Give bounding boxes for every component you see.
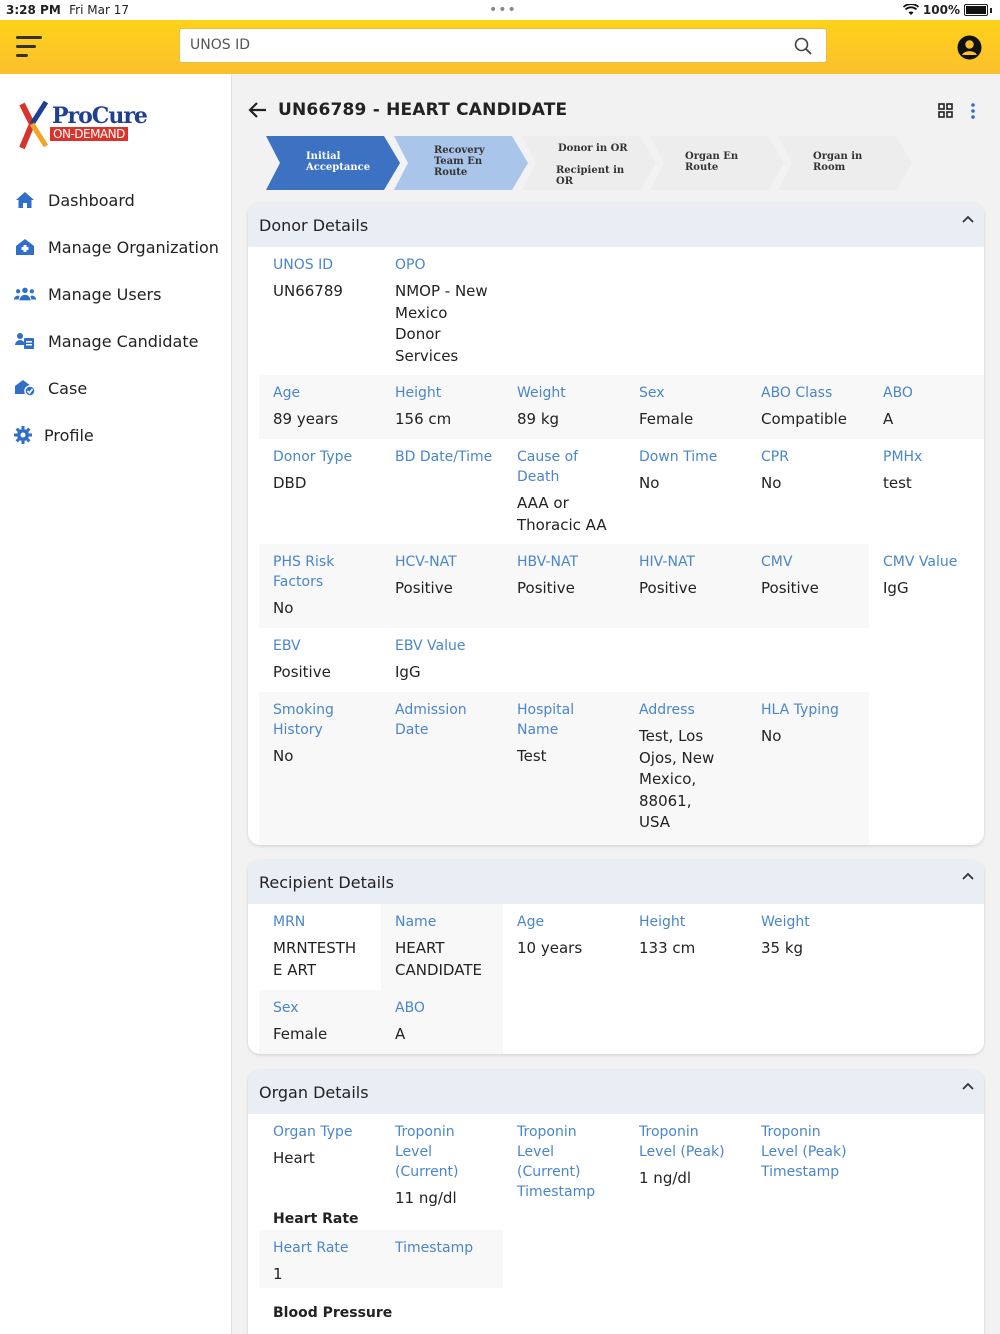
field-unos-id: UNOS ID UN66789 <box>273 257 343 300</box>
field-name: Name HEART CANDIDATE <box>381 904 503 990</box>
field-donor-type: Donor Type DBD <box>273 449 353 492</box>
sidebar-item-case[interactable]: Case <box>14 377 87 399</box>
recipient-details-header[interactable]: Recipient Details <box>248 860 984 904</box>
search-icon[interactable] <box>794 37 812 55</box>
multitask-dots-icon[interactable]: ••• <box>489 2 517 18</box>
status-bar: 3:28 PM Fri Mar 17 ••• 100% <box>0 0 1000 20</box>
field-opo: OPO NMOP - New Mexico Donor Services <box>395 257 488 365</box>
donor-details-card: Donor Details UNOS ID UN66789 OPO NMOP - N… <box>248 203 984 845</box>
recipient-details-card: Recipient Details MRN MRNTESTHE ART Name H… <box>248 860 984 1054</box>
grid-view-icon[interactable] <box>938 103 953 118</box>
field-hla-typing: HLA Typing No <box>747 692 869 845</box>
sidebar: ProCure ON-DEMAND Dashboard Manage Organ… <box>0 74 232 1334</box>
field-phs-risk-factors: PHS Risk Factors No <box>259 544 381 628</box>
field-heart-rate-timestamp: Timestamp <box>381 1230 503 1288</box>
section-title: Recipient Details <box>259 873 394 892</box>
field-down-time: Down Time No <box>639 449 718 492</box>
logo-subtitle: ON-DEMAND <box>50 127 128 141</box>
field-smoking-history: Smoking History No <box>259 692 381 845</box>
section-title: Donor Details <box>259 216 369 235</box>
page-title-row: UN66789 - HEART CANDIDATE <box>248 98 988 126</box>
candidate-icon <box>14 330 36 352</box>
back-arrow-icon[interactable] <box>248 100 268 120</box>
chevron-up-icon[interactable] <box>962 215 974 223</box>
step-recovery-team-en-route[interactable]: Recovery Team En Route <box>394 136 528 190</box>
case-progress-stepper: Initial Acceptance Recovery Team En Route D… <box>248 136 984 190</box>
field-bd-date-time: BD Date/Time <box>395 449 493 465</box>
app-header <box>0 20 1000 74</box>
field-organ-type: Organ Type Heart <box>273 1124 353 1167</box>
chevron-up-icon[interactable] <box>962 872 974 880</box>
donor-details-header[interactable]: Donor Details <box>248 203 984 247</box>
blood-pressure-section-title: Blood Pressure <box>273 1305 393 1321</box>
field-height: Height 156 cm <box>381 375 503 439</box>
field-hcv-nat: HCV-NAT Positive <box>381 544 503 628</box>
logo-title: ProCure <box>52 103 148 129</box>
field-hbv-nat: HBV-NAT Positive <box>503 544 625 628</box>
field-abo-class: ABO Class Compatible <box>747 375 869 439</box>
status-right: 100% <box>902 3 992 17</box>
field-troponin-peak: Troponin Level (Peak) 1 ng/dl <box>639 1124 725 1187</box>
field-pmhx: PMHx test <box>883 449 923 492</box>
field-address: Address Test, Los Ojos, New Mexico, 88061… <box>625 692 747 845</box>
heart-rate-section-title: Heart Rate <box>273 1211 359 1227</box>
step-organ-en-route[interactable]: Organ En Route <box>650 136 784 190</box>
procure-logo[interactable]: ProCure ON-DEMAND <box>18 100 148 152</box>
field-ebv-value: EBV Value IgG <box>395 638 466 681</box>
menu-icon[interactable] <box>16 34 44 60</box>
battery-percent: 100% <box>922 3 960 17</box>
field-hospital-name: Hospital Name Test <box>503 692 625 845</box>
step-initial-acceptance[interactable]: Initial Acceptance <box>266 136 400 190</box>
field-cause-of-death: Cause of Death AAA or Thoracic AA <box>517 449 607 534</box>
field-mrn: MRN MRNTESTHE ART <box>273 914 357 979</box>
user-account-icon[interactable] <box>957 35 982 60</box>
section-title: Organ Details <box>259 1083 369 1102</box>
field-ebv: EBV Positive <box>273 638 331 681</box>
sidebar-item-profile[interactable]: Profile <box>14 424 94 446</box>
field-troponin-peak-timestamp: Troponin Level (Peak) Timestamp <box>761 1124 847 1180</box>
field-cmv: CMV Positive <box>747 544 869 628</box>
organ-details-header[interactable]: Organ Details <box>248 1070 984 1114</box>
home-icon <box>14 189 36 211</box>
status-time: 3:28 PM Fri Mar 17 <box>6 3 129 17</box>
gear-icon <box>14 424 32 446</box>
organization-icon <box>14 236 36 258</box>
case-icon <box>14 377 36 399</box>
organ-details-card: Organ Details Organ Type Heart Troponin L… <box>248 1070 984 1334</box>
field-sex: Sex Female <box>625 375 747 439</box>
field-cpr: CPR No <box>761 449 789 492</box>
field-age: Age 10 years <box>517 914 583 957</box>
field-weight: Weight 35 kg <box>761 914 810 957</box>
battery-icon <box>964 4 988 16</box>
step-donor-in-or[interactable]: Donor in OR Recipient in OR <box>522 136 656 190</box>
page-title: UN66789 - HEART CANDIDATE <box>278 100 568 120</box>
field-admission-date: Admission Date <box>381 692 503 845</box>
sidebar-item-manage-organization[interactable]: Manage Organization <box>14 236 219 258</box>
chevron-up-icon[interactable] <box>962 1082 974 1090</box>
field-sex: Sex Female <box>259 990 381 1054</box>
sidebar-item-manage-candidate[interactable]: Manage Candidate <box>14 330 198 352</box>
field-height: Height 133 cm <box>639 914 696 957</box>
field-hiv-nat: HIV-NAT Positive <box>625 544 747 628</box>
sidebar-item-dashboard[interactable]: Dashboard <box>14 189 135 211</box>
field-troponin-current-timestamp: Troponin Level (Current) Timestamp <box>517 1124 596 1200</box>
more-options-icon[interactable] <box>970 102 976 120</box>
search-box[interactable] <box>179 28 827 63</box>
sidebar-item-manage-users[interactable]: Manage Users <box>14 283 161 305</box>
wifi-icon <box>902 4 919 15</box>
logo-mark-icon <box>19 100 49 150</box>
field-troponin-current: Troponin Level (Current) 11 ng/dl <box>395 1124 459 1207</box>
search-input[interactable] <box>188 36 782 54</box>
field-weight: Weight 89 kg <box>503 375 625 439</box>
field-abo: ABO A <box>869 375 984 439</box>
main-content: UN66789 - HEART CANDIDATE Initial Accepta… <box>232 74 1000 1334</box>
field-cmv-value: CMV Value IgG <box>883 554 958 597</box>
field-heart-rate: Heart Rate 1 <box>259 1230 381 1288</box>
users-icon <box>14 283 36 305</box>
field-age: Age 89 years <box>259 375 381 439</box>
field-abo: ABO A <box>381 990 503 1054</box>
step-organ-in-room[interactable]: Organ in Room <box>778 136 912 190</box>
